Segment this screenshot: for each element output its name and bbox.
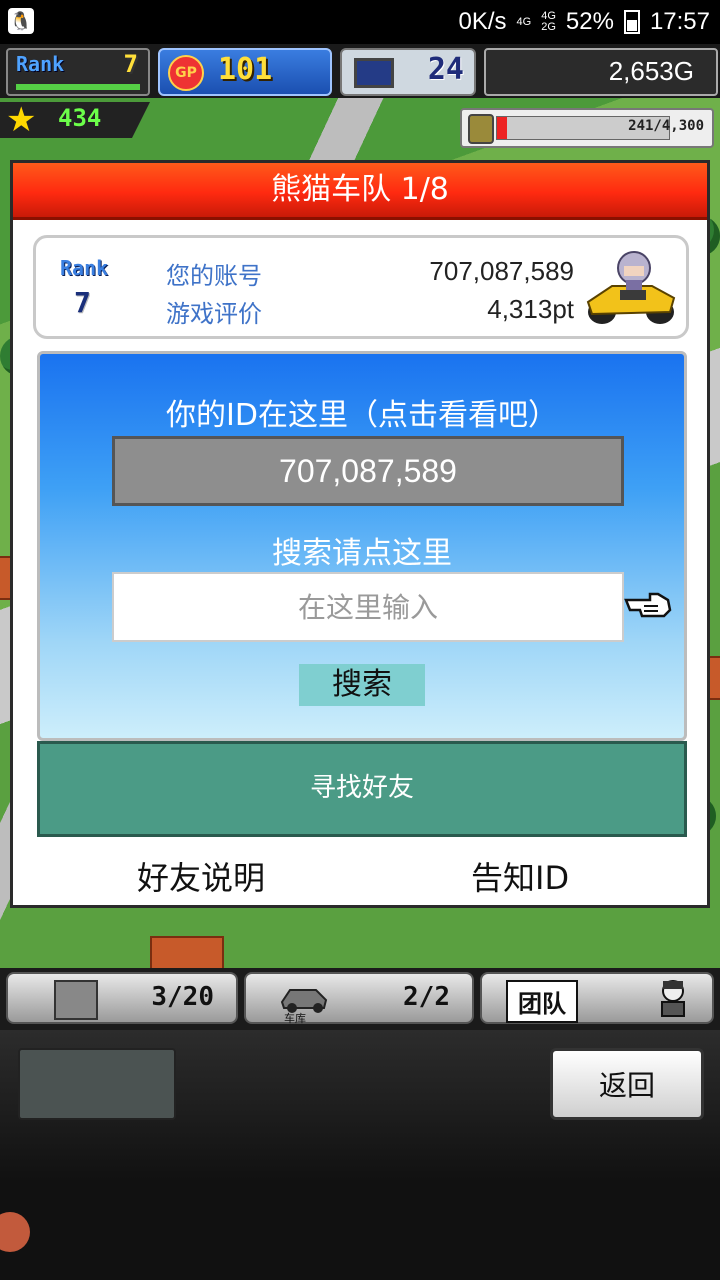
team-dialog: 熊猫车队 1/8 Rank 7 您的账号 707,087,589 游戏评价 4,… [10,160,710,908]
bottom-tab-bar: 3/20 车库 2/2 团队 [0,968,720,1030]
fuel-bar-fill [497,117,507,139]
friend-id-search-input[interactable] [112,572,624,642]
computer-value: 24 [427,52,464,87]
status-bar: 🐧 0K/s 4G 4G 2G 52% 17:57 [0,0,720,44]
gp-counter[interactable]: GP 101 [158,48,332,96]
navigation-bar-area [0,1180,720,1280]
network-speed: 0K/s [458,8,507,35]
rank-value: 7 [123,50,138,78]
back-button[interactable]: 返回 [550,1048,704,1120]
tab-garage[interactable]: 车库 2/2 [244,972,474,1025]
battery-percent: 52% [565,8,614,35]
your-id-display[interactable]: 707,087,589 [112,436,624,506]
rank-label: Rank [16,52,65,76]
computer-icon [354,58,394,88]
battery-icon [623,10,640,34]
computer-counter[interactable]: 24 [340,48,476,96]
rating-value: 4,313pt [487,294,574,324]
fuel-gauge[interactable]: 241/4,300 [460,108,714,148]
star-counter[interactable]: ★ 434 [0,102,150,138]
go-kart-driver-icon [586,251,676,324]
team-tab-label: 团队 [506,980,578,1023]
player-rank[interactable]: Rank 7 [6,48,150,96]
bottom-panel: 返回 [0,1030,720,1180]
crate-icon [54,980,98,1020]
person-icon [661,980,685,1017]
star-value: 434 [58,104,102,132]
tab-items[interactable]: 3/20 [6,972,238,1024]
dialog-title: 熊猫车队 1/8 [13,163,707,220]
id-search-panel: 你的ID在这里（点击看看吧） 707,087,589 搜索请点这里 搜索 [37,351,687,741]
top-hud: Rank 7 GP 101 24 2,653G [0,44,720,98]
your-id-heading: 你的ID在这里（点击看看吧） [166,398,558,433]
share-id-link[interactable]: 告知ID [471,853,569,899]
find-friends-button[interactable]: 寻找好友 [37,741,687,837]
signal-4g-2g-icon: 4G 2G [541,10,556,33]
search-heading: 搜索请点这里 [272,536,452,571]
tab-team[interactable]: 团队 [480,972,714,1024]
rating-label: 游戏评价 [166,300,262,328]
star-icon: ★ [6,100,37,140]
account-number-label: 您的账号 [166,262,262,290]
qq-penguin-icon: 🐧 [8,8,34,34]
gold-counter[interactable]: 2,653G [484,48,718,96]
account-card: Rank 7 您的账号 707,087,589 游戏评价 4,313pt [33,235,689,339]
account-rank-value: 7 [74,286,91,319]
pointing-hand-icon [624,592,672,618]
gp-coin-icon: GP [168,55,204,91]
car-icon [280,989,328,1013]
account-number-value: 707,087,589 [429,256,574,286]
fuel-value: 241/4,300 [628,118,704,134]
signal-4g-icon: 4G [516,15,532,28]
garage-count: 2/2 [403,982,450,1012]
gold-value: 2,653G [608,56,694,86]
rank-progress-bar [16,84,140,90]
garage-label: 车库 [284,1012,306,1025]
friend-help-link[interactable]: 好友说明 [137,853,265,899]
account-rank-label: Rank [60,256,109,280]
items-count: 3/20 [151,982,214,1012]
search-button[interactable]: 搜索 [299,664,425,706]
empty-slot[interactable] [18,1048,176,1120]
clock: 17:57 [649,8,710,35]
fuel-barrel-icon [468,114,494,144]
gp-value: 101 [218,52,273,87]
